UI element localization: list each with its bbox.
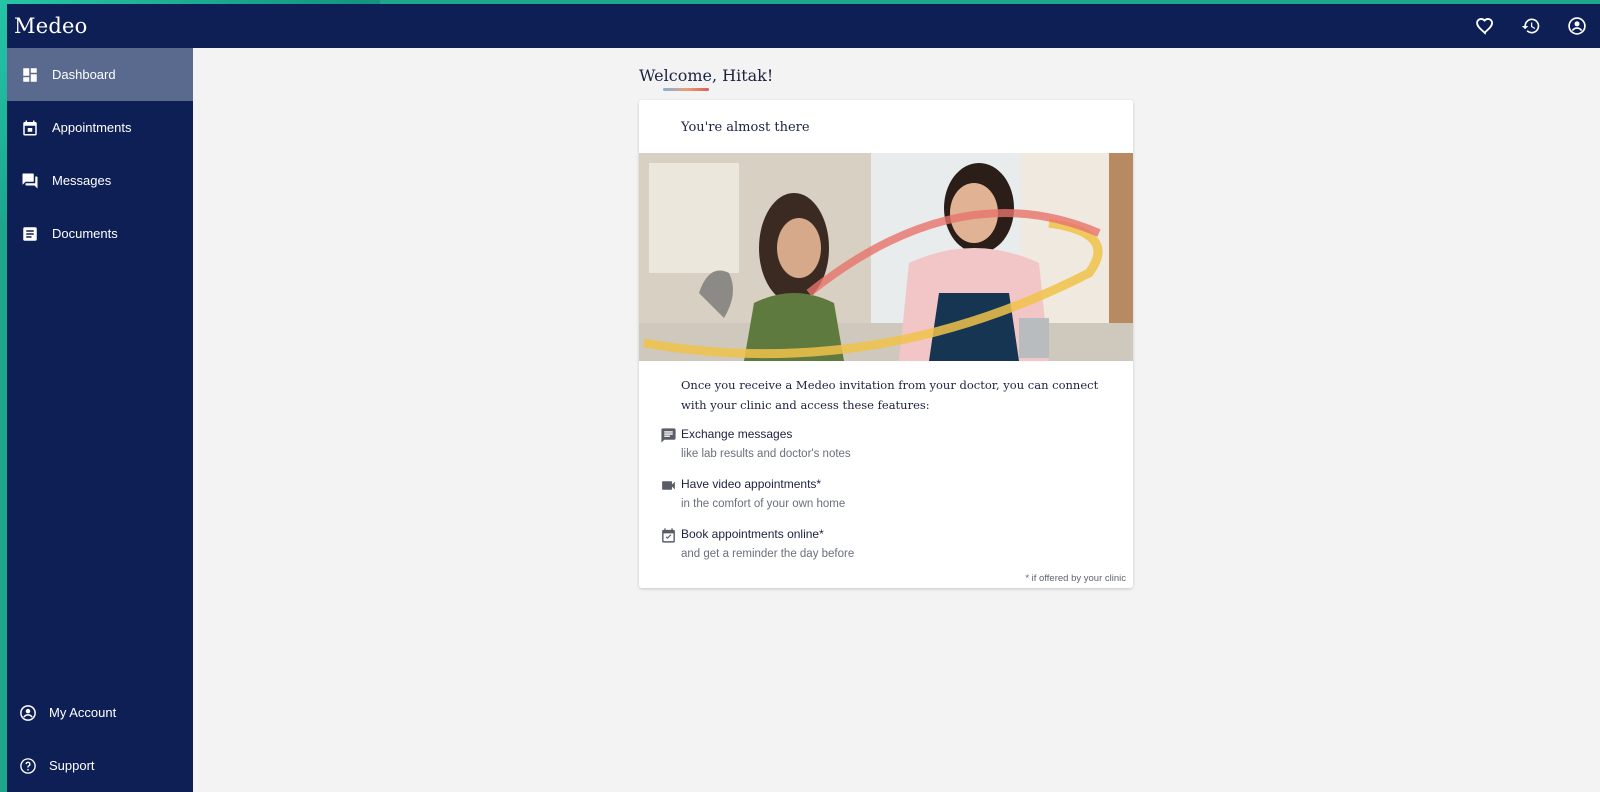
sidebar-item-my-account[interactable]: My Account	[7, 686, 193, 739]
feature-item-messages: Exchange messages like lab results and d…	[655, 426, 1115, 462]
topbar-actions	[1462, 4, 1600, 48]
sidebar-bottom: My Account Support	[7, 686, 193, 792]
account-circle-icon	[7, 704, 49, 722]
favorites-button[interactable]	[1462, 4, 1508, 48]
sidebar-item-messages[interactable]: Messages	[7, 154, 193, 207]
intro-line: with your clinic and access these featur…	[681, 398, 930, 412]
onboarding-card: You're almost there Once you receive a M…	[639, 100, 1133, 588]
footnote: * if offered by your clinic	[1025, 573, 1126, 584]
help-circle-icon	[7, 757, 49, 775]
sidebar-item-appointments[interactable]: Appointments	[7, 101, 193, 154]
hero-illustration	[639, 153, 1133, 361]
dashboard-icon	[7, 66, 52, 84]
message-icon	[655, 426, 681, 462]
feature-subtitle: like lab results and doctor's notes	[681, 448, 851, 460]
app-window: Medeo Dashboard Appointments Messages Do…	[7, 4, 1600, 792]
app-logo[interactable]: Medeo	[14, 14, 87, 38]
sidebar-item-label: My Account	[49, 705, 117, 720]
feature-item-booking: Book appointments online* and get a remi…	[655, 526, 1115, 562]
account-button[interactable]	[1554, 4, 1600, 48]
video-camera-icon	[655, 476, 681, 512]
feature-title: Book appointments online*	[681, 527, 824, 541]
card-title: You're almost there	[681, 120, 810, 135]
feature-item-video: Have video appointments* in the comfort …	[655, 476, 1115, 512]
history-icon	[1521, 18, 1540, 34]
sidebar-item-dashboard[interactable]: Dashboard	[7, 48, 193, 101]
feature-subtitle: and get a reminder the day before	[681, 548, 855, 560]
sidebar: Dashboard Appointments Messages Document…	[7, 48, 193, 792]
calendar-check-icon	[655, 526, 681, 562]
document-icon	[7, 225, 52, 243]
sidebar-item-label: Support	[49, 758, 95, 773]
history-button[interactable]	[1508, 4, 1554, 48]
sidebar-item-label: Dashboard	[52, 67, 116, 82]
feature-title: Have video appointments*	[681, 477, 822, 491]
sidebar-item-label: Documents	[52, 226, 118, 241]
heart-icon	[1476, 17, 1494, 35]
intro-line: Once you receive a Medeo invitation from…	[681, 378, 1099, 392]
account-circle-icon	[1568, 17, 1586, 35]
title-underline	[663, 88, 709, 91]
hero-image	[639, 153, 1133, 361]
calendar-icon	[7, 119, 52, 137]
intro-text: Once you receive a Medeo invitation from…	[681, 375, 1101, 415]
main-content: Welcome, Hitak! You're almost there Once…	[193, 48, 1600, 792]
sidebar-item-label: Appointments	[52, 120, 132, 135]
feature-title: Exchange messages	[681, 427, 793, 441]
top-bar: Medeo	[7, 4, 1600, 48]
sidebar-item-support[interactable]: Support	[7, 739, 193, 792]
sidebar-item-label: Messages	[52, 173, 112, 188]
chat-icon	[7, 172, 52, 190]
sidebar-item-documents[interactable]: Documents	[7, 207, 193, 260]
page-title: Welcome, Hitak!	[639, 66, 774, 85]
feature-subtitle: in the comfort of your own home	[681, 498, 846, 510]
